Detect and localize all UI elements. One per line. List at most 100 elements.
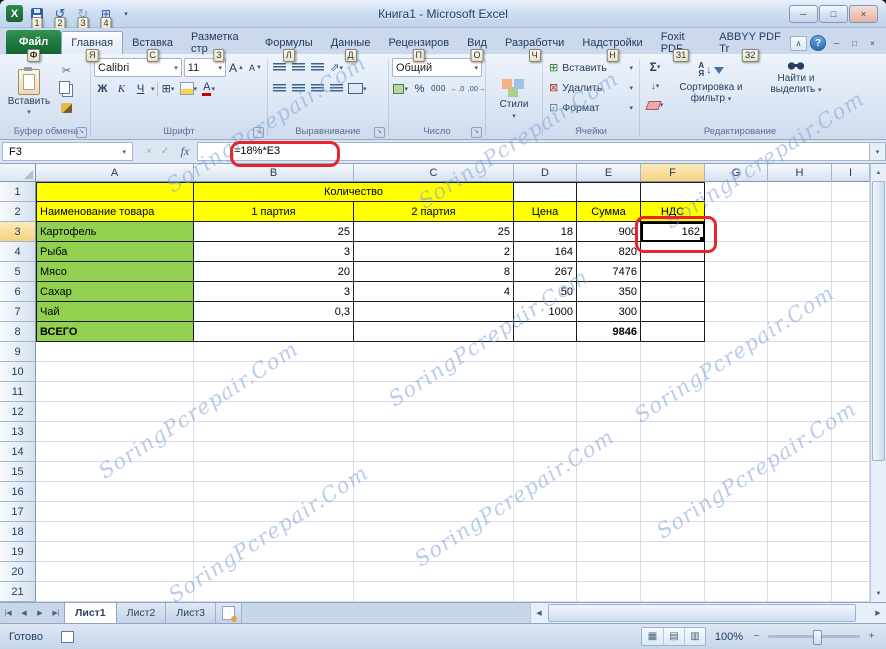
sheet-tab-list1[interactable]: Лист1 [64,603,117,623]
cell-I4[interactable] [832,242,870,262]
cell-E17[interactable] [577,502,641,522]
tab-developer[interactable]: РазработчиЧ [496,32,573,54]
cell-H13[interactable] [768,422,832,442]
cell-G3[interactable] [705,222,768,242]
increase-decimal-button[interactable]: ←,0 [449,80,466,98]
clipboard-dialog-launcher-icon[interactable]: ↘ [76,127,87,138]
cell-C19[interactable] [354,542,514,562]
cell-I12[interactable] [832,402,870,422]
fill-button[interactable]: ↓▾ [643,77,667,95]
orientation-button[interactable]: ⇗▾ [328,59,345,77]
cell-E7[interactable]: 300 [577,302,641,322]
workbook-close-button[interactable]: × [865,36,880,50]
vertical-scrollbar[interactable]: ▲ ▼ [870,164,886,602]
cell-I18[interactable] [832,522,870,542]
cell-B1[interactable]: Количество [194,182,514,202]
cell-B21[interactable] [194,582,354,602]
sheet-tab-list2[interactable]: Лист2 [117,603,167,623]
cell-C3[interactable]: 25 [354,222,514,242]
cell-E1[interactable] [577,182,641,202]
cell-F13[interactable] [641,422,705,442]
cell-E2[interactable]: Сумма [577,202,641,222]
align-bottom-button[interactable] [309,59,326,77]
row-header-19[interactable]: 19 [0,542,36,562]
cell-F12[interactable] [641,402,705,422]
cell-F11[interactable] [641,382,705,402]
insert-worksheet-button[interactable] [216,603,242,623]
cell-D6[interactable]: 50 [514,282,577,302]
cell-H14[interactable] [768,442,832,462]
cell-F14[interactable] [641,442,705,462]
cell-H7[interactable] [768,302,832,322]
tab-page-layout[interactable]: Разметка стрЗ [182,32,256,54]
cell-F4[interactable] [641,242,705,262]
cell-F6[interactable] [641,282,705,302]
cell-A10[interactable] [36,362,194,382]
expand-formula-bar-button[interactable]: ▾ [869,142,886,161]
cell-E20[interactable] [577,562,641,582]
row-header-6[interactable]: 6 [0,282,36,302]
horizontal-scroll-track[interactable] [547,603,870,623]
paste-button[interactable]: Вставить ▾ [5,58,53,126]
cell-C10[interactable] [354,362,514,382]
cell-G7[interactable] [705,302,768,322]
number-format-combo[interactable]: Общий▾ [392,58,482,77]
vertical-scrollbar-thumb[interactable] [872,181,885,461]
cell-B8[interactable] [194,322,354,342]
chevron-down-icon[interactable]: ▾ [151,85,155,93]
cell-C20[interactable] [354,562,514,582]
cell-G13[interactable] [705,422,768,442]
cell-E18[interactable] [577,522,641,542]
cell-F10[interactable] [641,362,705,382]
cell-F8[interactable] [641,322,705,342]
cell-B16[interactable] [194,482,354,502]
workbook-restore-button[interactable]: □ [847,36,862,50]
cell-F19[interactable] [641,542,705,562]
cell-A8[interactable]: ВСЕГО [36,322,194,342]
cell-F9[interactable] [641,342,705,362]
last-sheet-button[interactable]: ▶| [48,603,64,623]
wrap-text-button[interactable] [328,80,345,98]
cell-C5[interactable]: 8 [354,262,514,282]
cell-D18[interactable] [514,522,577,542]
cell-I8[interactable] [832,322,870,342]
tab-data[interactable]: ДанныеД [322,32,380,54]
cell-H3[interactable] [768,222,832,242]
cell-A9[interactable] [36,342,194,362]
cell-D13[interactable] [514,422,577,442]
cell-D5[interactable]: 267 [514,262,577,282]
cell-G18[interactable] [705,522,768,542]
zoom-out-button[interactable]: − [750,630,763,643]
row-header-5[interactable]: 5 [0,262,36,282]
zoom-level[interactable]: 100% [713,631,743,643]
cell-E14[interactable] [577,442,641,462]
cell-A1[interactable] [36,182,194,202]
row-header-21[interactable]: 21 [0,582,36,602]
row-header-8[interactable]: 8 [0,322,36,342]
cell-C9[interactable] [354,342,514,362]
underline-button[interactable]: Ч [132,80,149,98]
cell-B9[interactable] [194,342,354,362]
column-header-G[interactable]: G [705,164,768,182]
insert-cells-button[interactable]: ⊞Вставить▾ [546,58,636,77]
zoom-in-button[interactable]: + [865,630,878,643]
cell-G19[interactable] [705,542,768,562]
cell-G11[interactable] [705,382,768,402]
cell-D1[interactable] [514,182,577,202]
cell-H10[interactable] [768,362,832,382]
grow-font-button[interactable]: А▲ [228,59,245,77]
cell-B5[interactable]: 20 [194,262,354,282]
cell-H5[interactable] [768,262,832,282]
cell-I10[interactable] [832,362,870,382]
column-header-H[interactable]: H [768,164,832,182]
cell-E6[interactable]: 350 [577,282,641,302]
cell-E12[interactable] [577,402,641,422]
scroll-up-button[interactable]: ▲ [871,164,886,181]
cell-A17[interactable] [36,502,194,522]
insert-function-button[interactable]: fx [173,143,197,161]
cell-F15[interactable] [641,462,705,482]
cell-A12[interactable] [36,402,194,422]
cell-E4[interactable]: 820 [577,242,641,262]
cell-D10[interactable] [514,362,577,382]
cell-I5[interactable] [832,262,870,282]
